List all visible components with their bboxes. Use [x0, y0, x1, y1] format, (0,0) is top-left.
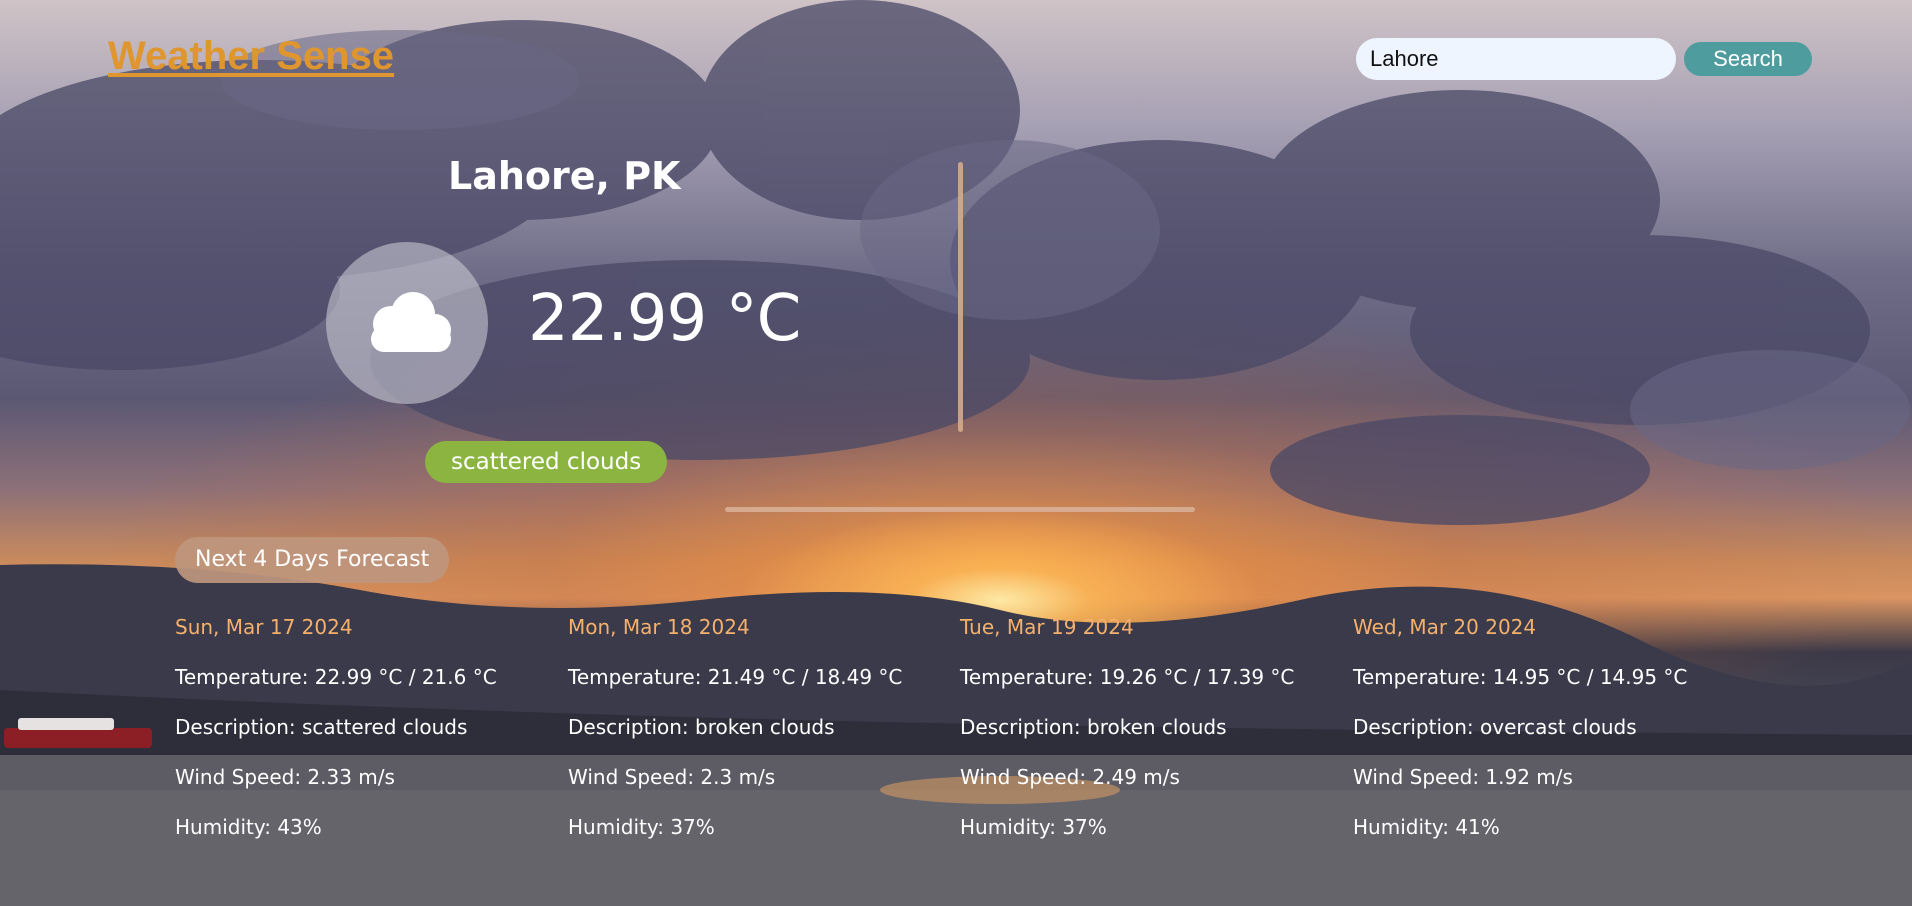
current-description-badge: scattered clouds	[425, 441, 668, 483]
forecast-description: Description: broken clouds	[960, 715, 1227, 739]
forecast-wind: Wind Speed: 2.33 m/s	[175, 765, 395, 789]
divider-horizontal	[725, 507, 1195, 512]
forecast-date: Tue, Mar 19 2024	[960, 615, 1134, 639]
forecast-temperature: Temperature: 22.99 °C / 21.6 °C	[175, 665, 497, 689]
forecast-humidity: Humidity: 37%	[960, 815, 1107, 839]
forecast-date: Wed, Mar 20 2024	[1353, 615, 1537, 639]
divider-vertical	[958, 162, 963, 432]
forecast-day: Wed, Mar 20 2024 Temperature: 14.95 °C /…	[1353, 612, 1687, 842]
forecast-day: Tue, Mar 19 2024 Temperature: 19.26 °C /…	[960, 612, 1294, 842]
forecast-description: Description: overcast clouds	[1353, 715, 1637, 739]
current-location: Lahore, PK	[448, 154, 681, 198]
forecast-temperature: Temperature: 21.49 °C / 18.49 °C	[568, 665, 903, 689]
cloud-icon	[371, 292, 451, 352]
weather-icon-badge	[326, 242, 488, 404]
forecast-temperature: Temperature: 14.95 °C / 14.95 °C	[1353, 665, 1688, 689]
search-bar: Search	[1356, 38, 1812, 80]
city-search-input[interactable]	[1356, 38, 1676, 80]
forecast-temperature: Temperature: 19.26 °C / 17.39 °C	[960, 665, 1295, 689]
forecast-humidity: Humidity: 37%	[568, 815, 715, 839]
forecast-wind: Wind Speed: 2.49 m/s	[960, 765, 1180, 789]
search-button[interactable]: Search	[1684, 42, 1812, 76]
forecast-day: Sun, Mar 17 2024 Temperature: 22.99 °C /…	[175, 612, 497, 842]
forecast-description: Description: scattered clouds	[175, 715, 468, 739]
forecast-wind: Wind Speed: 1.92 m/s	[1353, 765, 1573, 789]
forecast-day: Mon, Mar 18 2024 Temperature: 21.49 °C /…	[568, 612, 902, 842]
current-temperature: 22.99 °C	[528, 282, 801, 356]
forecast-date: Sun, Mar 17 2024	[175, 615, 353, 639]
forecast-date: Mon, Mar 18 2024	[568, 615, 750, 639]
forecast-heading: Next 4 Days Forecast	[175, 537, 450, 583]
forecast-humidity: Humidity: 41%	[1353, 815, 1500, 839]
forecast-description: Description: broken clouds	[568, 715, 835, 739]
forecast-humidity: Humidity: 43%	[175, 815, 322, 839]
forecast-wind: Wind Speed: 2.3 m/s	[568, 765, 776, 789]
app-logo-link[interactable]: Weather Sense	[108, 34, 394, 79]
